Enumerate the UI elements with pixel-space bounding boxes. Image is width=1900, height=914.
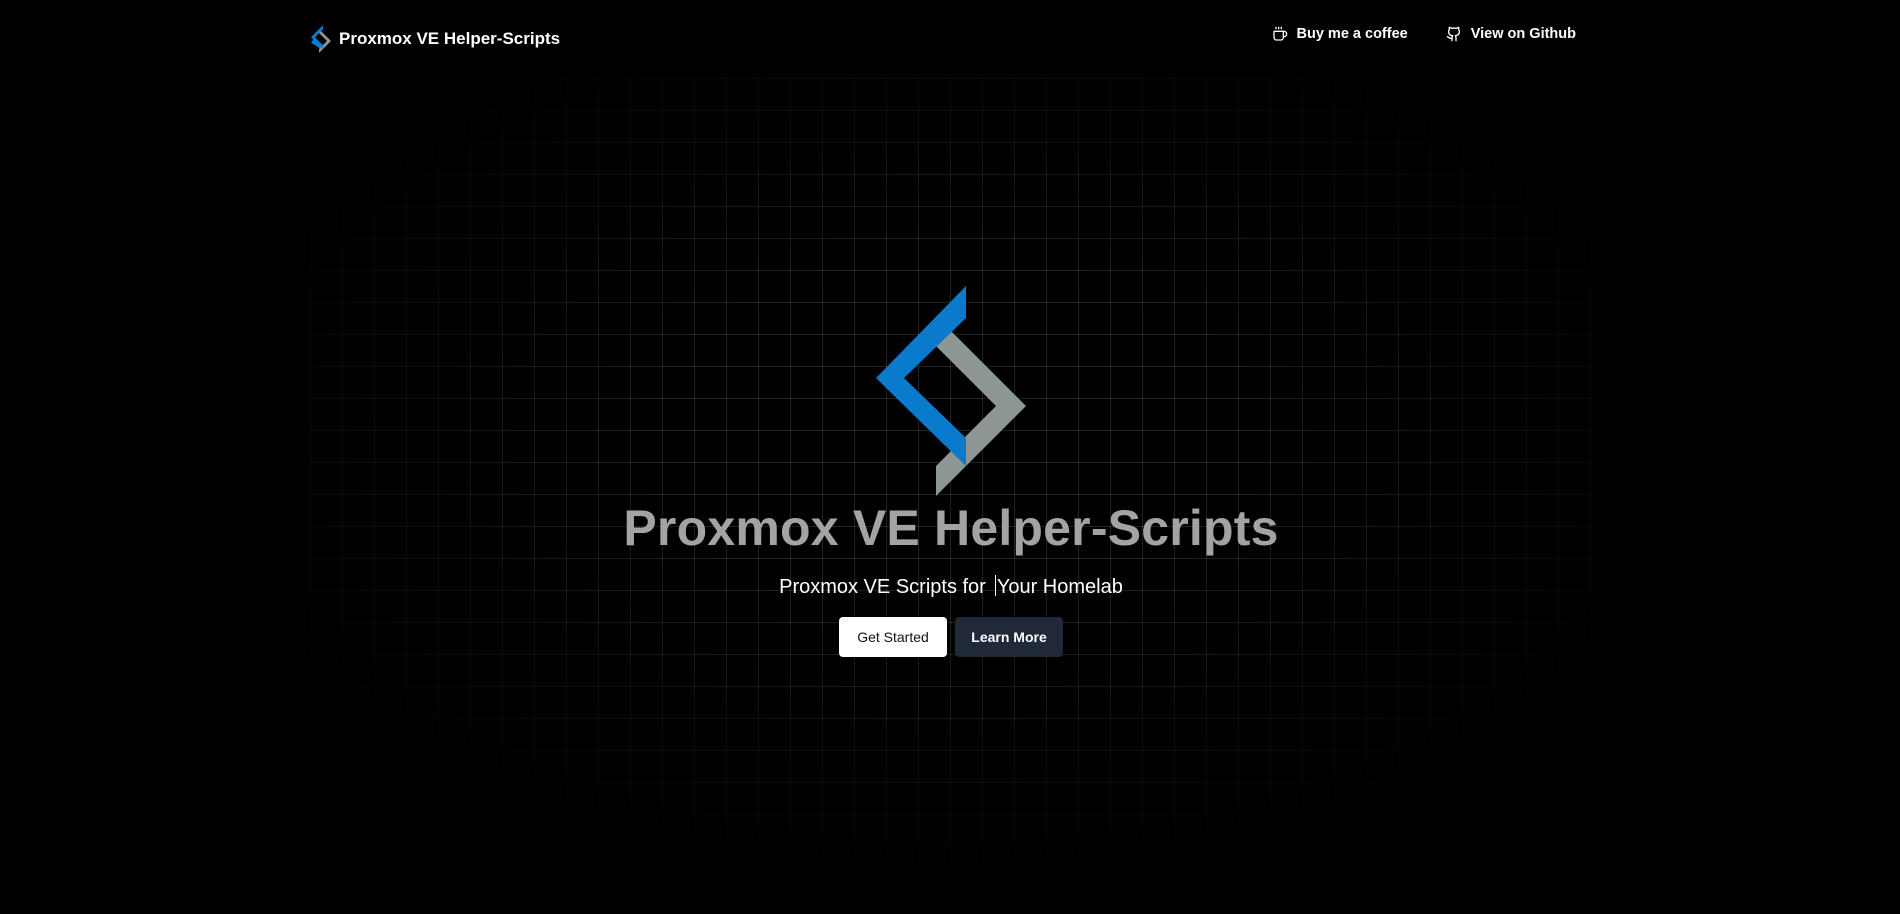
learn-more-button[interactable]: Learn More	[955, 617, 1063, 657]
proxmox-helper-scripts-logo	[876, 286, 1026, 496]
typing-cursor	[994, 575, 996, 596]
navbar: Proxmox VE Helper-Scripts Buy me a coffe…	[0, 0, 1900, 78]
buy-me-a-coffee-link[interactable]: Buy me a coffee	[1272, 26, 1408, 42]
hero-subtitle-typed: Your Homelab	[996, 576, 1123, 598]
nav-links: Buy me a coffee View on Github	[1272, 26, 1576, 42]
hero-buttons: Get Started Learn More	[310, 617, 1592, 657]
buy-me-a-coffee-label: Buy me a coffee	[1296, 26, 1408, 42]
proxmox-logo-icon	[311, 25, 331, 53]
page: Proxmox VE Helper-Scripts Buy me a coffe…	[0, 0, 1900, 914]
get-started-button[interactable]: Get Started	[839, 617, 947, 657]
hero-subtitle-prefix: Proxmox VE Scripts for	[779, 576, 986, 598]
coffee-cup-icon	[1272, 26, 1287, 41]
brand-link[interactable]: Proxmox VE Helper-Scripts	[310, 24, 560, 54]
view-on-github-label: View on Github	[1470, 26, 1576, 42]
hero-title: Proxmox VE Helper-Scripts	[623, 500, 1279, 556]
github-icon	[1446, 26, 1460, 42]
hero-section: Proxmox VE Helper-Scripts Proxmox VE Scr…	[310, 78, 1592, 878]
view-on-github-link[interactable]: View on Github	[1446, 26, 1576, 42]
hero-subtitle: Proxmox VE Scripts for Your Homelab	[310, 573, 1592, 601]
brand-title: Proxmox VE Helper-Scripts	[339, 29, 561, 48]
